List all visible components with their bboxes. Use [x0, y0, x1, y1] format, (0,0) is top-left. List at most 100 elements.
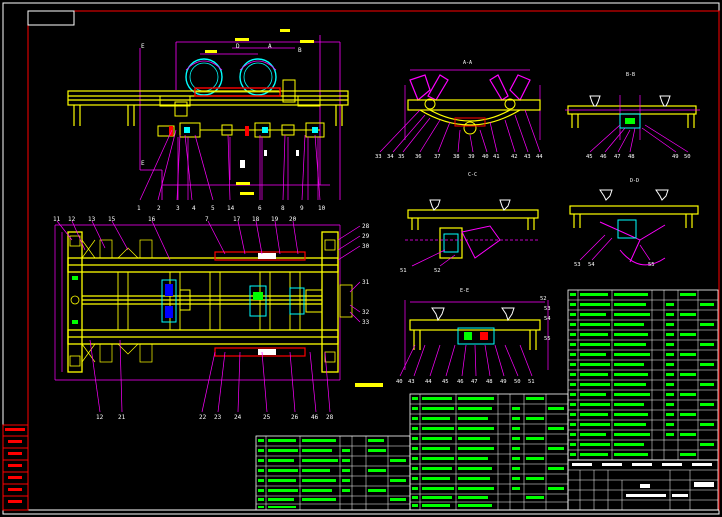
ee-callout-49: 49	[500, 379, 507, 385]
callout-10: 10	[318, 205, 326, 212]
ee-callout-45: 45	[442, 379, 449, 385]
rail-head-right	[659, 95, 671, 107]
dim-label-a: A	[268, 43, 272, 50]
left-revision-strip	[2, 424, 29, 511]
plan-callout-r29: 29	[362, 233, 370, 240]
section-dd-title: D-D	[630, 178, 639, 184]
aa-callout-44: 44	[536, 154, 543, 160]
plan-callout-12: 12	[68, 216, 76, 223]
aa-callout-37: 37	[434, 154, 441, 160]
dd-callout-53: 53	[574, 262, 581, 268]
plan-callout-16: 16	[148, 216, 156, 223]
section-cc-view: C-C 51 52	[400, 172, 539, 274]
section-marker-e-bottom: E	[141, 160, 145, 167]
callout-6: 6	[258, 205, 262, 212]
plan-callout-r32: 32	[362, 309, 370, 316]
aa-callout-38: 38	[453, 154, 460, 160]
corner-stamp	[27, 10, 75, 26]
section-aa-view: A-A 33 34 35 36 37 38 39 40 41 42 43 44	[375, 60, 543, 160]
plan-callout-r33: 33	[362, 319, 370, 326]
plan-callout-b25: 25	[263, 414, 271, 421]
rail-head-left	[589, 95, 601, 107]
callout-9: 9	[300, 205, 304, 212]
ee-callout-55: 55	[544, 336, 551, 342]
plan-callout-b26: 26	[291, 414, 299, 421]
callout-14: 14	[227, 205, 235, 212]
ee-callout-53: 53	[544, 306, 551, 312]
section-marker-e-left: E	[141, 43, 145, 50]
plan-callout-20: 20	[289, 216, 297, 223]
bb-callout-47: 47	[614, 154, 621, 160]
dd-callout-54: 54	[588, 262, 595, 268]
aa-callout-33: 33	[375, 154, 382, 160]
plan-callout-b21: 21	[118, 414, 126, 421]
aa-callout-42: 42	[511, 154, 518, 160]
section-ee-view: E-E 40 43 44 45 46 47 48 49 50 51 52 53 …	[396, 288, 551, 385]
plan-view: 11 12 13 15 16 7 17 18 19 20 12 21 22 23…	[53, 216, 383, 421]
ee-callout-43: 43	[408, 379, 415, 385]
callout-1: 1	[137, 205, 141, 212]
plan-callout-r31: 31	[362, 279, 370, 286]
section-bb-title: B-B	[626, 72, 635, 78]
front-elevation-view: D A B E E 1 2 3 4 5 14 6 8 9 10	[67, 29, 349, 212]
ee-callout-50: 50	[514, 379, 521, 385]
plan-callout-b46: 46	[311, 414, 319, 421]
section-cc-title: C-C	[468, 172, 477, 178]
plan-callout-r30: 30	[362, 243, 370, 250]
section-ee-title: E-E	[460, 288, 469, 294]
ee-callout-51: 51	[528, 379, 535, 385]
plan-callout-11: 11	[53, 216, 61, 223]
aa-callout-39: 39	[468, 154, 475, 160]
plan-callout-b24: 24	[234, 414, 242, 421]
plan-callout-7: 7	[205, 216, 209, 223]
bom-table-left	[255, 435, 411, 511]
ee-callout-44: 44	[425, 379, 432, 385]
dd-callout-55: 55	[648, 262, 655, 268]
bb-callout-49: 49	[672, 154, 679, 160]
plan-callout-15: 15	[108, 216, 116, 223]
ee-callout-47: 47	[471, 379, 478, 385]
callout-8: 8	[281, 205, 285, 212]
callout-5: 5	[211, 205, 215, 212]
bb-callout-50: 50	[684, 154, 691, 160]
plan-callout-19: 19	[271, 216, 279, 223]
ee-callout-48: 48	[486, 379, 493, 385]
cc-callout-51: 51	[400, 268, 407, 274]
plan-callout-b23: 23	[214, 414, 222, 421]
aa-callout-43: 43	[524, 154, 531, 160]
dim-label-d: D	[236, 43, 240, 50]
bom-table-right	[567, 289, 719, 461]
ee-callout-46: 46	[457, 379, 464, 385]
plan-callout-b12: 12	[96, 414, 104, 421]
aa-callout-41: 41	[493, 154, 500, 160]
ee-callout-40: 40	[396, 379, 403, 385]
bb-callout-48: 48	[628, 154, 635, 160]
plan-callout-b28: 28	[326, 414, 334, 421]
roller-left	[185, 58, 223, 96]
bom-table-middle	[409, 393, 569, 511]
callout-2: 2	[157, 205, 161, 212]
ee-callout-52: 52	[540, 296, 547, 302]
plan-callout-17: 17	[233, 216, 241, 223]
plan-callout-b22: 22	[199, 414, 207, 421]
section-bb-view: B-B 45 46 47 48 49 50	[565, 72, 700, 160]
callout-3: 3	[176, 205, 180, 212]
cad-drawing-canvas: D A B E E 1 2 3 4 5 14 6 8 9 10 11 12 13…	[2, 2, 720, 515]
bb-callout-45: 45	[586, 154, 593, 160]
plan-callout-r28: 28	[362, 223, 370, 230]
plan-callout-18: 18	[252, 216, 260, 223]
callout-4: 4	[192, 205, 196, 212]
aa-callout-35: 35	[398, 154, 405, 160]
ee-callout-54: 54	[544, 316, 551, 322]
title-block	[567, 459, 719, 511]
dim-label-b: B	[298, 47, 302, 54]
roller-right	[239, 58, 277, 96]
cc-callout-52: 52	[434, 268, 441, 274]
aa-callout-36: 36	[415, 154, 422, 160]
main-beam	[67, 90, 349, 106]
plan-callout-13: 13	[88, 216, 96, 223]
section-dd-view: D-D 53 54 55	[569, 178, 699, 268]
aa-callout-34: 34	[387, 154, 394, 160]
section-aa-title: A-A	[463, 60, 472, 66]
bb-callout-46: 46	[600, 154, 607, 160]
